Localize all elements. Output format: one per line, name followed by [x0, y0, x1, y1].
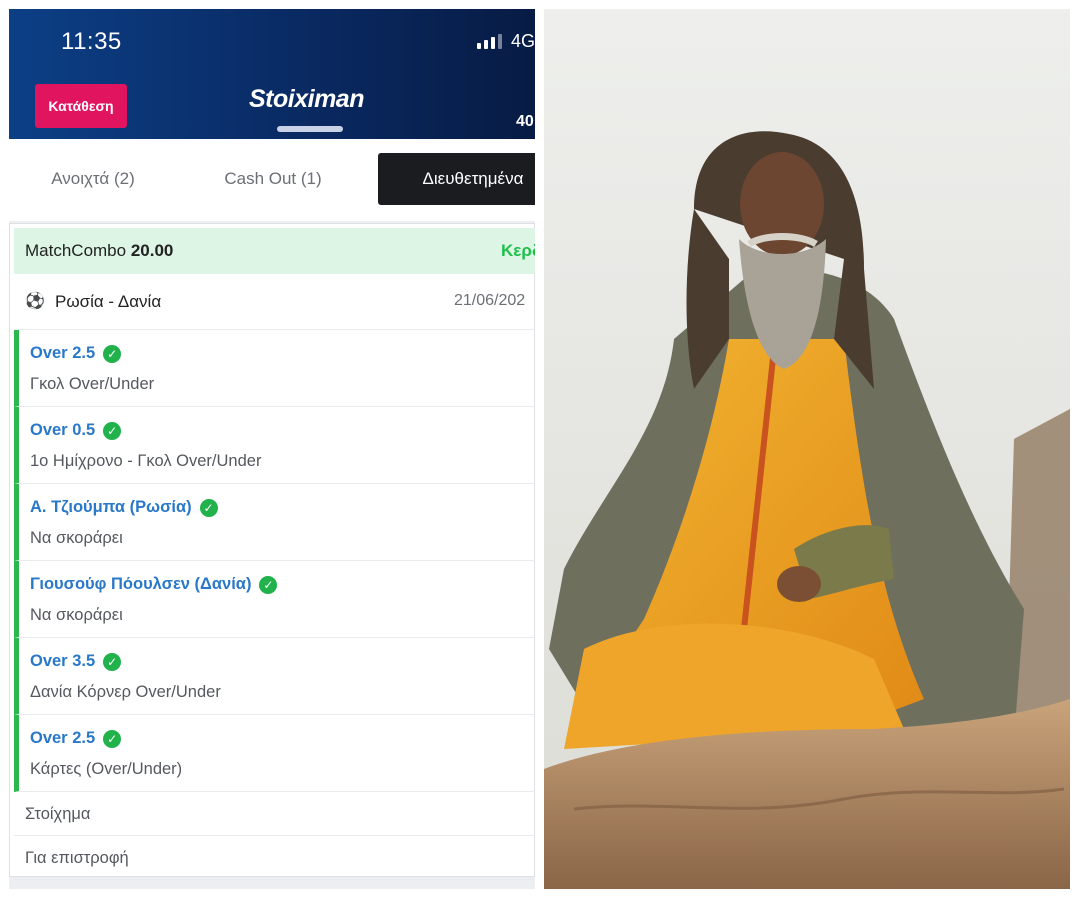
return-label: Για επιστροφή [25, 849, 129, 867]
check-circle-icon: ✓ [103, 344, 122, 363]
selection-market: Δανία Κόρνερ Over/Under [30, 683, 221, 701]
selection-pick-label: Α. Τζιούμπα (Ρωσία) [30, 498, 192, 516]
photo-seated-sage [544, 9, 1070, 889]
tab-open[interactable]: Ανοιχτά (2) [29, 153, 157, 205]
check-circle-icon: ✓ [199, 498, 218, 517]
app-header: 11:35 4G Κατάθεση Stoiximan 40 [9, 9, 535, 139]
bet-odds: 20.00 [130, 241, 174, 260]
betting-app-screen: 11:35 4G Κατάθεση Stoiximan 40 Ανοιχτά (… [9, 9, 535, 889]
selection-market: Να σκοράρει [30, 529, 123, 547]
selection-row: Over 0.5 ✓ 1ο Ημίχρονο - Γκολ Over/Under [14, 407, 535, 484]
bet-type: MatchCombo [25, 241, 127, 260]
sheet-handle[interactable] [277, 126, 343, 132]
selection-row: Γιουσούφ Πόουλσεν (Δανία) ✓ Να σκοράρει [14, 561, 535, 638]
selection-pick: Γιουσούφ Πόουλσεν (Δανία) ✓ [30, 575, 278, 594]
selection-pick-label: Over 2.5 [30, 344, 96, 362]
stake-label: Στοίχημα [25, 805, 91, 823]
signal-bars-icon [477, 34, 502, 49]
tab-cash-out[interactable]: Cash Out (1) [205, 153, 341, 205]
selection-pick-label: Over 2.5 [30, 729, 96, 747]
selection-row: Over 3.5 ✓ Δανία Κόρνερ Over/Under [14, 638, 535, 715]
selection-pick-label: Over 3.5 [30, 652, 96, 670]
tab-settled[interactable]: Διευθετημένα [378, 153, 535, 205]
check-circle-icon: ✓ [259, 575, 278, 594]
selection-pick: Over 0.5 ✓ [30, 421, 122, 440]
deposit-button[interactable]: Κατάθεση [35, 84, 127, 128]
network-type: 4G [511, 31, 535, 51]
selection-pick: Over 2.5 ✓ [30, 729, 122, 748]
selection-market: Κάρτες (Over/Under) [30, 760, 183, 778]
selection-row: Over 2.5 ✓ Κάρτες (Over/Under) [14, 715, 535, 792]
selection-market: Να σκοράρει [30, 606, 123, 624]
return-row: Για επιστροφή [14, 836, 535, 880]
match-date: 21/06/202 [454, 292, 526, 309]
selection-pick: Over 2.5 ✓ [30, 344, 122, 363]
check-circle-icon: ✓ [103, 421, 122, 440]
account-balance[interactable]: 40 [516, 113, 534, 131]
selection-pick: Α. Τζιούμπα (Ρωσία) ✓ [30, 498, 218, 517]
selection-row: Α. Τζιούμπα (Ρωσία) ✓ Να σκοράρει [14, 484, 535, 561]
selection-pick-label: Over 0.5 [30, 421, 96, 439]
bet-card-header: MatchCombo 20.00 Κερδ [14, 228, 535, 274]
bet-title: MatchCombo 20.00 [25, 241, 173, 261]
football-icon: ⚽ [25, 293, 45, 310]
photo-illustration [544, 9, 1070, 889]
selection-pick-label: Γιουσούφ Πόουλσεν (Δανία) [30, 575, 252, 593]
match-row[interactable]: ⚽ Ρωσία - Δανία 21/06/202 [14, 274, 535, 330]
selection-market: Γκολ Over/Under [30, 375, 155, 393]
bet-tabs: Ανοιχτά (2) Cash Out (1) Διευθετημένα [9, 139, 535, 221]
selection-row: Over 2.5 ✓ Γκολ Over/Under [14, 330, 535, 407]
check-circle-icon: ✓ [103, 652, 122, 671]
selection-market: 1ο Ημίχρονο - Γκολ Over/Under [30, 452, 262, 470]
check-circle-icon: ✓ [103, 729, 122, 748]
match-teams: Ρωσία - Δανία [55, 292, 162, 311]
status-time: 11:35 [61, 28, 122, 55]
bet-card[interactable]: MatchCombo 20.00 Κερδ ⚽ Ρωσία - Δανία 21… [9, 223, 535, 880]
selection-pick: Over 3.5 ✓ [30, 652, 122, 671]
status-badge: Κερδ [501, 241, 535, 260]
stake-row: Στοίχημα [14, 792, 535, 836]
brand-logo[interactable]: Stoiximan [249, 85, 364, 114]
